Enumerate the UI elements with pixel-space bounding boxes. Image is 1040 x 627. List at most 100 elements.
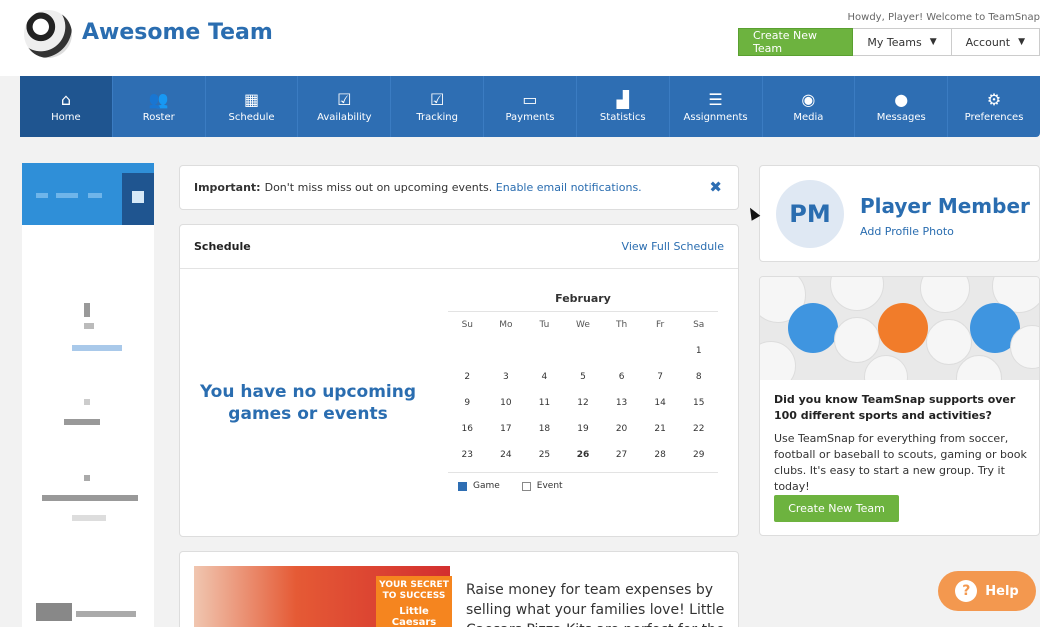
day-header: Tu bbox=[539, 320, 550, 330]
calendar-day[interactable]: 15 bbox=[679, 390, 718, 416]
calendar-day[interactable] bbox=[448, 338, 487, 364]
calendar-day[interactable]: 16 bbox=[448, 416, 487, 442]
my-teams-dropdown[interactable]: My Teams ▼ bbox=[853, 28, 952, 56]
view-full-schedule-link[interactable]: View Full Schedule bbox=[622, 240, 724, 253]
create-new-team-button[interactable]: Create New Team bbox=[774, 495, 899, 522]
legend-event-label: Event bbox=[536, 481, 563, 491]
nav-item-preferences[interactable]: ⚙ Preferences bbox=[948, 76, 1040, 137]
home-icon: ⌂ bbox=[60, 89, 71, 109]
caret-down-icon: ▼ bbox=[929, 37, 937, 47]
alert-text: Don't miss miss out on upcoming events. bbox=[264, 181, 493, 194]
calendar-day[interactable]: 1 bbox=[679, 338, 718, 364]
calendar-day[interactable]: 24 bbox=[487, 442, 526, 468]
assignments-icon: ☰ bbox=[708, 89, 723, 109]
schedule-card: Schedule View Full Schedule You have no … bbox=[179, 224, 739, 537]
game-swatch bbox=[458, 481, 467, 491]
sports-body: Use TeamSnap for everything from soccer,… bbox=[774, 432, 1027, 493]
calendar-day[interactable]: 6 bbox=[602, 364, 641, 390]
nav-item-statistics[interactable]: ▟ Statistics bbox=[577, 76, 670, 137]
calendar-day[interactable] bbox=[487, 338, 526, 364]
day-header: Mo bbox=[499, 320, 513, 330]
calendar-day[interactable]: 25 bbox=[525, 442, 564, 468]
team-name[interactable]: Awesome Team bbox=[82, 20, 273, 45]
calendar-day[interactable]: 20 bbox=[602, 416, 641, 442]
nav-item-payments[interactable]: ▭ Payments bbox=[484, 76, 577, 137]
calendar-day[interactable]: 29 bbox=[679, 442, 718, 468]
nav-item-availability[interactable]: ☑ Availability bbox=[298, 76, 392, 137]
calendar-day[interactable]: 23 bbox=[448, 442, 487, 468]
blurred-row bbox=[84, 475, 90, 481]
calendar-day[interactable]: 9 bbox=[448, 390, 487, 416]
nav-item-media[interactable]: ◉ Media bbox=[763, 76, 856, 137]
nav-label: Tracking bbox=[416, 111, 458, 123]
avatar[interactable]: PM bbox=[776, 180, 844, 248]
calendar-day[interactable]: 5 bbox=[564, 364, 603, 390]
no-events-message: You have no upcoming games or events bbox=[199, 382, 417, 424]
blurred-row bbox=[42, 495, 138, 501]
calendar-day[interactable]: 19 bbox=[564, 416, 603, 442]
event-swatch bbox=[521, 481, 531, 491]
main-nav: ⌂ Home 👥 Roster ▦ Schedule ☑ Availabilit… bbox=[20, 76, 1040, 137]
calendar-day[interactable]: 18 bbox=[525, 416, 564, 442]
badge-line-1: YOUR SECRET bbox=[379, 580, 449, 590]
camera-icon: ◉ bbox=[801, 89, 816, 109]
nav-item-schedule[interactable]: ▦ Schedule bbox=[206, 76, 299, 137]
calendar-day[interactable]: 17 bbox=[487, 416, 526, 442]
badge-line-2: TO SUCCESS bbox=[382, 591, 446, 601]
blurred-row bbox=[84, 303, 90, 317]
greeting-text: Howdy, Player! Welcome to TeamSnap bbox=[847, 12, 1040, 23]
calendar-day[interactable]: 28 bbox=[641, 442, 680, 468]
nav-item-tracking[interactable]: ☑ Tracking bbox=[391, 76, 485, 137]
calendar-day[interactable] bbox=[641, 338, 680, 364]
calendar-day[interactable]: 7 bbox=[641, 364, 680, 390]
calendar-day[interactable]: 22 bbox=[679, 416, 718, 442]
calendar-day[interactable]: 21 bbox=[641, 416, 680, 442]
help-button[interactable]: ? Help bbox=[938, 571, 1036, 611]
tracking-icon: ☑ bbox=[429, 89, 445, 109]
account-dropdown[interactable]: Account ▼ bbox=[951, 28, 1040, 56]
promo-image[interactable]: YOUR SECRET TO SUCCESS Little Caesars bbox=[194, 566, 452, 627]
calendar-day[interactable]: 14 bbox=[641, 390, 680, 416]
nav-label: Media bbox=[793, 111, 824, 123]
calendar-legend: Game Event bbox=[448, 481, 718, 491]
calendar-day[interactable]: 3 bbox=[487, 364, 526, 390]
blurred-row bbox=[84, 323, 94, 329]
badge-brand: Little Caesars bbox=[391, 606, 437, 627]
blurred-row bbox=[72, 515, 106, 521]
gear-icon: ⚙ bbox=[986, 89, 1002, 109]
calendar-day[interactable]: 12 bbox=[564, 390, 603, 416]
day-header: Fr bbox=[656, 320, 665, 330]
create-new-team-button[interactable]: Create New Team bbox=[738, 28, 854, 56]
add-profile-photo-link[interactable]: Add Profile Photo bbox=[860, 225, 954, 238]
calendar-day[interactable]: 10 bbox=[487, 390, 526, 416]
calendar-day[interactable] bbox=[525, 338, 564, 364]
header-buttons: Create New Team My Teams ▼ Account ▼ bbox=[738, 28, 1040, 56]
nav-label: Home bbox=[51, 111, 81, 123]
nav-label: Messages bbox=[876, 111, 926, 123]
calendar-day[interactable]: 8 bbox=[679, 364, 718, 390]
soccer-ball-logo[interactable] bbox=[24, 10, 72, 58]
calendar-day[interactable]: 13 bbox=[602, 390, 641, 416]
enable-notifications-link[interactable]: Enable email notifications. bbox=[496, 181, 642, 194]
legend-game-label: Game bbox=[473, 481, 500, 491]
calendar-day[interactable] bbox=[602, 338, 641, 364]
calendar-day-today[interactable]: 26 bbox=[564, 442, 603, 468]
calendar-month: February bbox=[555, 292, 611, 305]
nav-item-home[interactable]: ⌂ Home bbox=[20, 76, 113, 137]
teamsnap-page: Awesome Team Howdy, Player! Welcome to T… bbox=[0, 0, 1040, 627]
calendar-day[interactable]: 11 bbox=[525, 390, 564, 416]
calendar-day[interactable]: 4 bbox=[525, 364, 564, 390]
profile-name[interactable]: Player Member bbox=[860, 194, 1030, 218]
calendar-day[interactable] bbox=[564, 338, 603, 364]
help-label: Help bbox=[985, 583, 1019, 599]
nav-item-messages[interactable]: ● Messages bbox=[855, 76, 949, 137]
calendar-day[interactable]: 27 bbox=[602, 442, 641, 468]
close-icon[interactable]: ✖ bbox=[709, 178, 722, 196]
blurred-row bbox=[72, 345, 122, 351]
promo-badge: YOUR SECRET TO SUCCESS Little Caesars bbox=[376, 576, 452, 627]
calendar-day[interactable]: 2 bbox=[448, 364, 487, 390]
nav-item-assignments[interactable]: ☰ Assignments bbox=[670, 76, 763, 137]
nav-item-roster[interactable]: 👥 Roster bbox=[113, 76, 206, 137]
day-header: Th bbox=[615, 320, 628, 330]
blurred-banner bbox=[22, 163, 154, 225]
